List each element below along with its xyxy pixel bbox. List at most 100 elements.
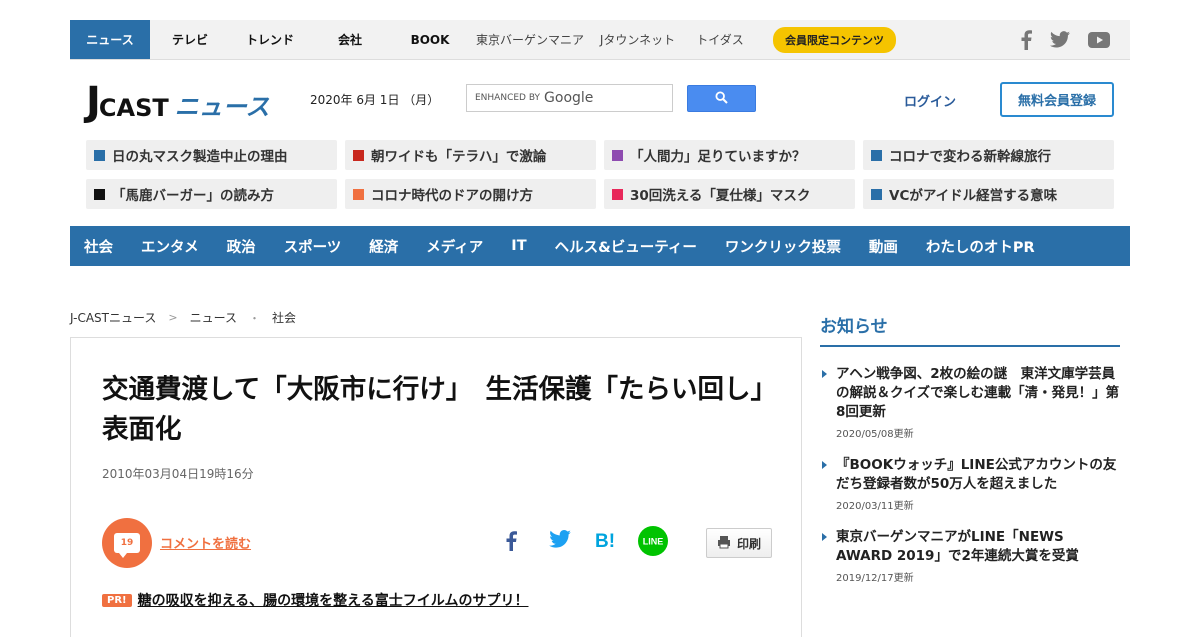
- category-item[interactable]: ワンクリック投票: [725, 236, 841, 257]
- topic-link[interactable]: 「人間力」足りていますか？: [604, 140, 855, 170]
- topic-link[interactable]: 30回洗える「夏仕様」マスク: [604, 179, 855, 209]
- notice-text[interactable]: 東京バーゲンマニアがLINE「NEWS AWARD 2019」で2年連続大賞を受…: [836, 528, 1120, 566]
- top-nav-item[interactable]: テレビ: [150, 20, 230, 59]
- category-item[interactable]: エンタメ: [141, 236, 199, 257]
- pr-badge: PR!: [102, 593, 132, 607]
- breadcrumb-separator: ・: [249, 311, 261, 325]
- article-card: 交通費渡して「大阪市に行け」 生活保護「たらい回し」表面化 2010年03月04…: [70, 337, 802, 637]
- logo-news: ニュース: [174, 93, 270, 121]
- publish-date: 2010年03月04日19時16分: [102, 467, 254, 481]
- topic-square-icon: [612, 188, 623, 200]
- topic-square-icon: [94, 149, 105, 161]
- topic-grid: 日の丸マスク製造中止の理由 朝ワイドも「テラハ」で激論 「人間力」足りていますか？ コ…: [86, 140, 1114, 209]
- notice-list: アヘン戦争図、2枚の絵の謎 東洋文庫学芸員の解説＆クイズで楽しむ連載「清・発見！…: [820, 365, 1120, 584]
- sidebar: お知らせ アヘン戦争図、2枚の絵の謎 東洋文庫学芸員の解説＆クイズで楽しむ連載「…: [820, 312, 1120, 584]
- topic-label: VCがアイドル経営する意味: [889, 188, 1058, 204]
- printer-icon: [717, 535, 731, 552]
- register-button[interactable]: 無料会員登録: [1000, 82, 1114, 117]
- breadcrumb-separator: >: [168, 311, 178, 324]
- google-label: Google: [544, 90, 594, 106]
- facebook-icon[interactable]: [1020, 29, 1032, 50]
- topic-square-icon: [871, 188, 882, 200]
- category-item[interactable]: 経済: [369, 236, 398, 257]
- notice-item[interactable]: アヘン戦争図、2枚の絵の謎 東洋文庫学芸員の解説＆クイズで楽しむ連載「清・発見！…: [820, 365, 1120, 440]
- topic-link[interactable]: VCがアイドル経営する意味: [863, 179, 1114, 209]
- facebook-share-icon[interactable]: [505, 530, 517, 552]
- twitter-icon[interactable]: [1050, 31, 1070, 48]
- topic-square-icon: [353, 188, 364, 200]
- topic-link[interactable]: 朝ワイドも「テラハ」で激論: [345, 140, 596, 170]
- notice-title: お知らせ: [820, 312, 1120, 347]
- category-item[interactable]: 社会: [84, 236, 113, 257]
- category-item[interactable]: スポーツ: [284, 236, 342, 257]
- topic-label: 30回洗える「夏仕様」マスク: [630, 188, 811, 204]
- top-nav-item[interactable]: 会社: [310, 20, 390, 59]
- line-share-icon[interactable]: LINE: [638, 526, 668, 556]
- jcast-logo[interactable]: J CAST ニュース: [86, 80, 286, 122]
- breadcrumb-current[interactable]: 社会: [272, 309, 296, 326]
- category-item[interactable]: メディア: [426, 236, 483, 257]
- social-links: [1020, 29, 1130, 50]
- notice-item[interactable]: 東京バーゲンマニアがLINE「NEWS AWARD 2019」で2年連続大賞を受…: [820, 528, 1120, 584]
- svg-text:LINE: LINE: [643, 537, 664, 547]
- topic-label: 朝ワイドも「テラハ」で激論: [371, 149, 547, 165]
- search-button[interactable]: [687, 85, 756, 112]
- topic-label: 「馬鹿バーガー」の読み方: [112, 188, 274, 204]
- svg-text:B!: B!: [595, 531, 615, 550]
- breadcrumb-section[interactable]: ニュース: [190, 309, 237, 326]
- pr-link[interactable]: 糖の吸収を抑える、腸の環境を整える富士フイルムのサプリ！: [138, 590, 529, 610]
- member-content-button[interactable]: 会員限定コンテンツ: [773, 26, 896, 53]
- topic-square-icon: [353, 149, 364, 161]
- twitter-share-icon[interactable]: [549, 530, 571, 548]
- top-nav-item[interactable]: Jタウンネット: [590, 20, 685, 59]
- login-link[interactable]: ログイン: [904, 91, 956, 110]
- notice-date: 2020/03/11更新: [836, 501, 914, 512]
- notice-item[interactable]: 『BOOKウォッチ』LINE公式アカウントの友だち登録者数が50万人を超えました…: [820, 456, 1120, 512]
- search-input[interactable]: ENHANCED BY Google: [466, 84, 673, 112]
- print-button[interactable]: 印刷: [706, 528, 772, 558]
- enhanced-by-label: ENHANCED BY: [475, 93, 541, 103]
- article-headline: 交通費渡して「大阪市に行け」 生活保護「たらい回し」表面化: [102, 374, 764, 445]
- topic-label: コロナで変わる新幹線旅行: [889, 149, 1051, 165]
- youtube-icon[interactable]: [1088, 31, 1110, 48]
- top-nav-item[interactable]: トレンド: [230, 20, 310, 59]
- breadcrumb: J-CASTニュース > ニュース ・ 社会: [70, 309, 296, 326]
- category-item[interactable]: ヘルス&ビューティー: [555, 236, 697, 257]
- comment-count: 19: [120, 538, 134, 548]
- top-nav-item[interactable]: トイダス: [685, 20, 755, 59]
- comment-bubble-icon: 19: [114, 533, 140, 558]
- topic-square-icon: [94, 188, 105, 200]
- current-date: 2020年 6月 1日 （月）: [310, 93, 440, 107]
- topic-link[interactable]: 日の丸マスク製造中止の理由: [86, 140, 337, 170]
- comment-count-button[interactable]: 19: [102, 518, 152, 568]
- top-bar: ニュース テレビ トレンド 会社 BOOK 東京バーゲンマニア Jタウンネット トイダス 会員…: [70, 20, 1130, 60]
- topic-square-icon: [871, 149, 882, 161]
- top-nav-item[interactable]: ニュース: [70, 20, 150, 59]
- topic-label: コロナ時代のドアの開け方: [371, 188, 533, 204]
- top-nav-item[interactable]: 東京バーゲンマニア: [470, 20, 590, 59]
- hatena-bookmark-icon[interactable]: B!: [595, 530, 619, 550]
- topic-square-icon: [612, 149, 623, 161]
- category-item[interactable]: わたしのオトPR: [926, 236, 1035, 257]
- pr-row: PR! 糖の吸収を抑える、腸の環境を整える富士フイルムのサプリ！: [102, 590, 528, 610]
- topic-link[interactable]: コロナ時代のドアの開け方: [345, 179, 596, 209]
- search-icon: [715, 89, 728, 108]
- top-nav: ニュース テレビ トレンド 会社 BOOK 東京バーゲンマニア Jタウンネット トイダス: [70, 20, 755, 59]
- topic-link[interactable]: コロナで変わる新幹線旅行: [863, 140, 1114, 170]
- category-item[interactable]: 動画: [869, 236, 898, 257]
- top-nav-item[interactable]: BOOK: [390, 20, 470, 59]
- topic-link[interactable]: 「馬鹿バーガー」の読み方: [86, 179, 337, 209]
- print-label: 印刷: [736, 536, 761, 551]
- notice-text[interactable]: アヘン戦争図、2枚の絵の謎 東洋文庫学芸員の解説＆クイズで楽しむ連載「清・発見！…: [836, 365, 1120, 422]
- category-nav: 社会 エンタメ 政治 スポーツ 経済 メディア IT ヘルス&ビューティー ワンクリック投票 動画…: [70, 226, 1130, 266]
- category-item[interactable]: IT: [511, 238, 526, 254]
- category-item[interactable]: 政治: [227, 236, 256, 257]
- notice-date: 2019/12/17更新: [836, 573, 914, 584]
- topic-label: 「人間力」足りていますか？: [630, 149, 806, 165]
- topic-label: 日の丸マスク製造中止の理由: [112, 149, 288, 165]
- read-comments-link[interactable]: コメントを読む: [160, 533, 251, 552]
- notice-text[interactable]: 『BOOKウォッチ』LINE公式アカウントの友だち登録者数が50万人を超えました: [836, 456, 1120, 494]
- notice-date: 2020/05/08更新: [836, 429, 914, 440]
- logo-cast: CAST: [98, 94, 169, 122]
- breadcrumb-home[interactable]: J-CASTニュース: [70, 309, 156, 326]
